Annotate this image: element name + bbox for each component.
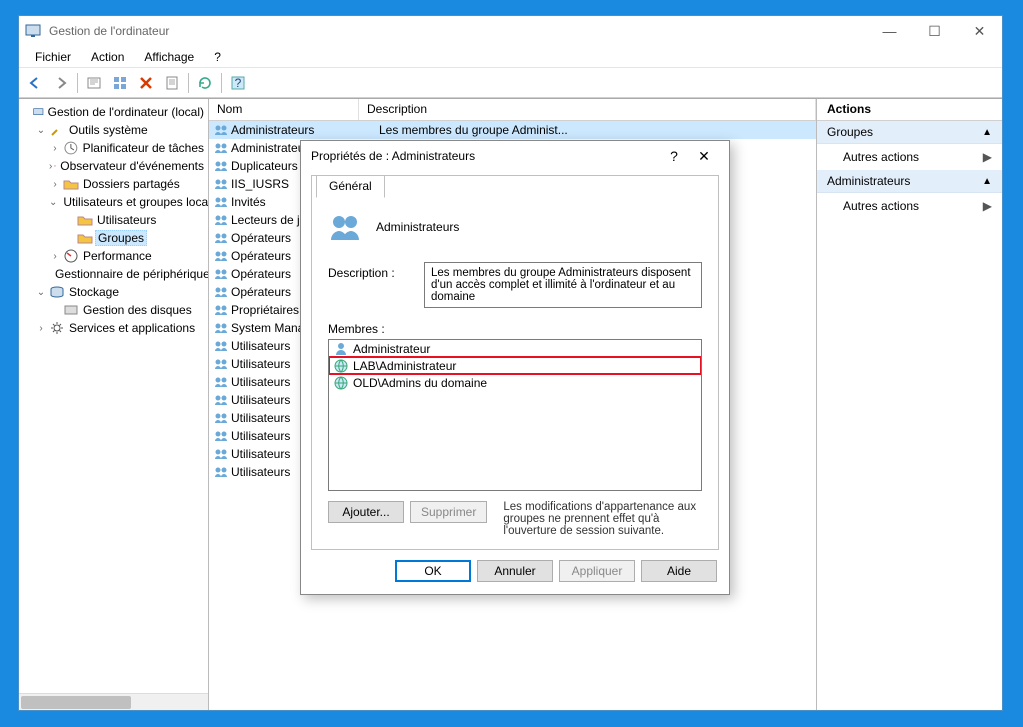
tree-services-apps[interactable]: ›Services et applications: [21, 319, 206, 337]
menu-display[interactable]: Affichage: [136, 48, 202, 66]
chevron-right-icon: ▶: [983, 199, 992, 213]
member-row[interactable]: OLD\Admins du domaine: [329, 374, 701, 391]
membership-note: Les modifications d'appartenance aux gro…: [493, 501, 702, 537]
window-title: Gestion de l'ordinateur: [49, 24, 867, 38]
apply-button: Appliquer: [559, 560, 635, 582]
menubar: Fichier Action Affichage ?: [19, 46, 1002, 68]
new-button[interactable]: [82, 71, 106, 95]
shared-folder-icon: [63, 176, 79, 192]
tree-event-viewer[interactable]: ›Observateur d'événements: [21, 157, 206, 175]
properties-button[interactable]: [160, 71, 184, 95]
member-row[interactable]: LAB\Administrateur: [329, 357, 701, 374]
remove-button: Supprimer: [410, 501, 487, 523]
menu-file[interactable]: Fichier: [27, 48, 79, 66]
tab-general[interactable]: Général: [316, 175, 385, 198]
toolbar-separator: [77, 73, 78, 93]
folder-icon: [77, 230, 93, 246]
tree-disk-mgmt[interactable]: Gestion des disques: [21, 301, 206, 319]
menu-action[interactable]: Action: [83, 48, 132, 66]
actions-pane: Actions Groupes ▲ Autres actions ▶ Admin…: [817, 99, 1002, 710]
close-button[interactable]: ✕: [957, 16, 1002, 46]
members-label: Membres :: [328, 322, 702, 336]
tree-users[interactable]: Utilisateurs: [21, 211, 206, 229]
actions-section-admins[interactable]: Administrateurs ▲: [817, 170, 1002, 193]
help-button[interactable]: Aide: [641, 560, 717, 582]
actions-section-groups[interactable]: Groupes ▲: [817, 121, 1002, 144]
col-name[interactable]: Nom: [209, 99, 359, 120]
chevron-right-icon: ▶: [983, 150, 992, 164]
svg-text:?: ?: [235, 76, 242, 90]
folder-icon: [77, 212, 93, 228]
dialog-footer: OK Annuler Appliquer Aide: [301, 550, 729, 594]
tree-horizontal-scrollbar[interactable]: [19, 693, 208, 710]
description-field[interactable]: Les membres du groupe Administrateurs di…: [424, 262, 702, 308]
storage-icon: [49, 284, 65, 300]
tools-icon: [49, 122, 65, 138]
actions-item-other-1[interactable]: Autres actions ▶: [817, 144, 1002, 170]
dialog-close-button[interactable]: ✕: [689, 148, 719, 165]
forward-button[interactable]: [49, 71, 73, 95]
actions-item-other-2[interactable]: Autres actions ▶: [817, 193, 1002, 219]
group-large-icon: [328, 210, 362, 244]
ok-button[interactable]: OK: [395, 560, 471, 582]
delete-button[interactable]: [134, 71, 158, 95]
minimize-button[interactable]: —: [867, 16, 912, 46]
clock-icon: [63, 140, 79, 156]
add-button[interactable]: Ajouter...: [328, 501, 404, 523]
toolbar-separator: [188, 73, 189, 93]
col-desc[interactable]: Description: [359, 99, 816, 120]
tree-system-tools[interactable]: ⌄ Outils système: [21, 121, 206, 139]
maximize-button[interactable]: ☐: [912, 16, 957, 46]
menu-help[interactable]: ?: [206, 48, 229, 66]
help-toolbar-button[interactable]: ?: [226, 71, 250, 95]
dialog-title: Propriétés de : Administrateurs: [311, 149, 659, 163]
properties-dialog: Propriétés de : Administrateurs ? ✕ Géné…: [300, 140, 730, 595]
performance-icon: [63, 248, 79, 264]
cancel-button[interactable]: Annuler: [477, 560, 553, 582]
dialog-help-button[interactable]: ?: [659, 148, 689, 164]
tab-container: Général Administrateurs Description : Le…: [311, 175, 719, 550]
tree-groups[interactable]: Groupes: [21, 229, 206, 247]
tree-users-groups[interactable]: ⌄Utilisateurs et groupes locaux: [21, 193, 206, 211]
grid-button[interactable]: [108, 71, 132, 95]
services-icon: [49, 320, 65, 336]
member-row[interactable]: Administrateur: [329, 340, 701, 357]
tree-pane[interactable]: Gestion de l'ordinateur (local) ⌄ Outils…: [19, 99, 209, 710]
members-list[interactable]: AdministrateurLAB\AdministrateurOLD\Admi…: [328, 339, 702, 491]
back-button[interactable]: [23, 71, 47, 95]
tree-performance[interactable]: ›Performance: [21, 247, 206, 265]
toolbar: ?: [19, 68, 1002, 98]
tree-scheduler[interactable]: ›Planificateur de tâches: [21, 139, 206, 157]
tree-shared-folders[interactable]: ›Dossiers partagés: [21, 175, 206, 193]
description-label: Description :: [328, 262, 416, 308]
event-icon: [54, 158, 56, 174]
collapse-icon: ▲: [982, 127, 992, 138]
toolbar-separator: [221, 73, 222, 93]
actions-header: Actions: [817, 99, 1002, 121]
titlebar[interactable]: Gestion de l'ordinateur — ☐ ✕: [19, 16, 1002, 46]
collapse-icon: ▲: [982, 176, 992, 187]
tree-root[interactable]: Gestion de l'ordinateur (local): [21, 103, 206, 121]
computer-icon: [33, 104, 44, 120]
list-header[interactable]: Nom Description: [209, 99, 816, 121]
refresh-button[interactable]: [193, 71, 217, 95]
group-name: Administrateurs: [376, 220, 459, 234]
tree-storage[interactable]: ⌄Stockage: [21, 283, 206, 301]
list-row[interactable]: AdministrateursLes membres du groupe Adm…: [209, 121, 816, 139]
disk-icon: [63, 302, 79, 318]
dialog-titlebar[interactable]: Propriétés de : Administrateurs ? ✕: [301, 141, 729, 171]
tree-device-mgr[interactable]: Gestionnaire de périphériques: [21, 265, 206, 283]
app-icon: [25, 23, 41, 39]
